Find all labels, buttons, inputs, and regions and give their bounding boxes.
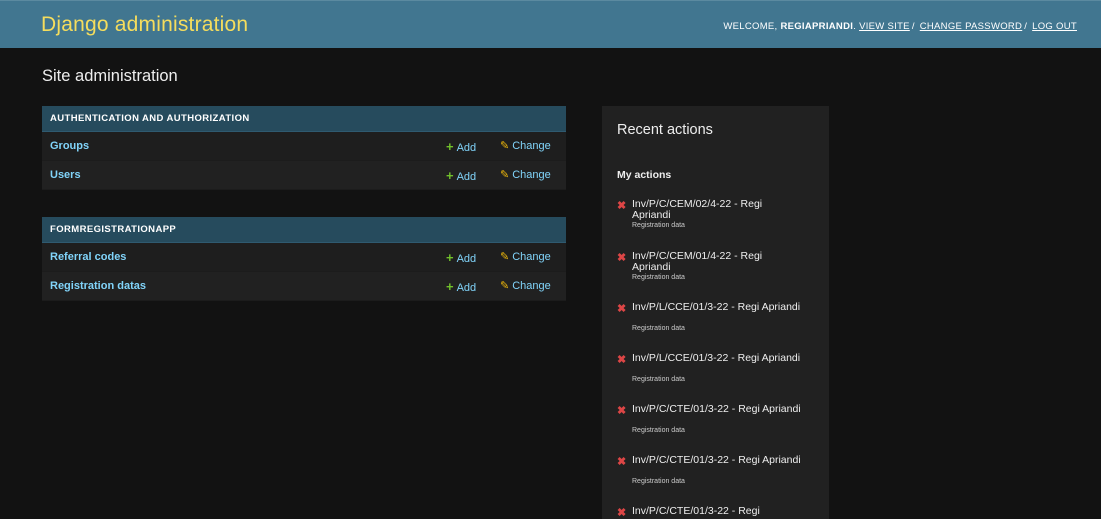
change-button[interactable]: ✎ Change [500, 279, 551, 292]
module-caption[interactable]: AUTHENTICATION AND AUTHORIZATION [42, 106, 566, 132]
model-link-groups[interactable]: Groups [50, 140, 89, 152]
module-caption[interactable]: FORMREGISTRATIONAPP [42, 217, 566, 243]
action-content-type: Registration data [632, 274, 685, 281]
model-link-users[interactable]: Users [50, 169, 81, 181]
user-tools: WELCOME, REGIAPRIANDI. VIEW SITE / CHANGE… [723, 21, 1077, 32]
module-auth: AUTHENTICATION AND AUTHORIZATION Groups … [42, 106, 566, 190]
action-link[interactable]: Inv/P/C/CEM/02/4-22 - Regi Apriandi [632, 199, 802, 221]
action-link[interactable]: Inv/P/C/CTE/01/3-22 - Regi [632, 506, 802, 517]
change-password-link[interactable]: CHANGE PASSWORD [920, 21, 1023, 32]
module-rows: Referral codes + Add ✎ Change Registration… [42, 243, 566, 301]
log-out-link[interactable]: LOG OUT [1032, 21, 1077, 32]
change-label: Change [512, 251, 551, 263]
pencil-icon: ✎ [500, 280, 510, 292]
change-button[interactable]: ✎ Change [500, 139, 551, 152]
add-button[interactable]: + Add [446, 279, 476, 294]
delete-x-icon: ✖ [617, 303, 627, 315]
module-rows: Groups + Add ✎ Change Users + Add ✎ Change [42, 132, 566, 190]
action-link[interactable]: Inv/P/C/CEM/01/4-22 - Regi Apriandi [632, 251, 802, 273]
welcome-text: WELCOME, [723, 21, 781, 32]
module-formregistrationapp: FORMREGISTRATIONAPP Referral codes + Add … [42, 217, 566, 301]
delete-x-icon: ✖ [617, 252, 627, 264]
add-label: Add [456, 253, 477, 265]
add-label: Add [456, 171, 477, 183]
action-link[interactable]: Inv/P/C/CTE/01/3-22 - Regi Apriandi [632, 455, 802, 466]
action-link[interactable]: Inv/P/L/CCE/01/3-22 - Regi Apriandi [632, 302, 802, 313]
change-label: Change [512, 280, 551, 292]
table-row: Groups + Add ✎ Change [42, 132, 566, 161]
add-button[interactable]: + Add [446, 168, 476, 183]
delete-x-icon: ✖ [617, 507, 627, 519]
model-link-referral-codes[interactable]: Referral codes [50, 251, 126, 263]
recent-actions-title: Recent actions [617, 122, 713, 138]
action-content-type: Registration data [632, 478, 685, 485]
pencil-icon: ✎ [500, 140, 510, 152]
model-link-registration-datas[interactable]: Registration datas [50, 280, 146, 292]
add-button[interactable]: + Add [446, 139, 476, 154]
action-content-type: Registration data [632, 376, 685, 383]
change-label: Change [512, 140, 551, 152]
add-label: Add [456, 282, 477, 294]
delete-x-icon: ✖ [617, 405, 627, 417]
action-content-type: Registration data [632, 325, 685, 332]
change-button[interactable]: ✎ Change [500, 168, 551, 181]
table-row: Referral codes + Add ✎ Change [42, 243, 566, 272]
username: REGIAPRIANDI [780, 21, 854, 32]
add-button[interactable]: + Add [446, 250, 476, 265]
action-content-type: Registration data [632, 222, 685, 229]
header-bar: Django administration WELCOME, REGIAPRIA… [0, 0, 1101, 48]
change-button[interactable]: ✎ Change [500, 250, 551, 263]
plus-icon: + [446, 168, 454, 183]
pencil-icon: ✎ [500, 251, 510, 263]
table-row: Users + Add ✎ Change [42, 161, 566, 190]
pencil-icon: ✎ [500, 169, 510, 181]
view-site-link[interactable]: VIEW SITE [859, 21, 910, 32]
plus-icon: + [446, 279, 454, 294]
action-content-type: Registration data [632, 427, 685, 434]
page-title: Site administration [42, 67, 178, 85]
site-brand[interactable]: Django administration [41, 13, 248, 37]
recent-actions-panel: Recent actions My actions ✖ Inv/P/C/CEM/… [602, 106, 829, 519]
table-row: Registration datas + Add ✎ Change [42, 272, 566, 301]
my-actions-heading: My actions [617, 169, 672, 181]
add-label: Add [456, 142, 477, 154]
plus-icon: + [446, 139, 454, 154]
delete-x-icon: ✖ [617, 200, 627, 212]
action-link[interactable]: Inv/P/L/CCE/01/3-22 - Regi Apriandi [632, 353, 802, 364]
action-link[interactable]: Inv/P/C/CTE/01/3-22 - Regi Apriandi [632, 404, 802, 415]
plus-icon: + [446, 250, 454, 265]
delete-x-icon: ✖ [617, 456, 627, 468]
delete-x-icon: ✖ [617, 354, 627, 366]
change-label: Change [512, 169, 551, 181]
